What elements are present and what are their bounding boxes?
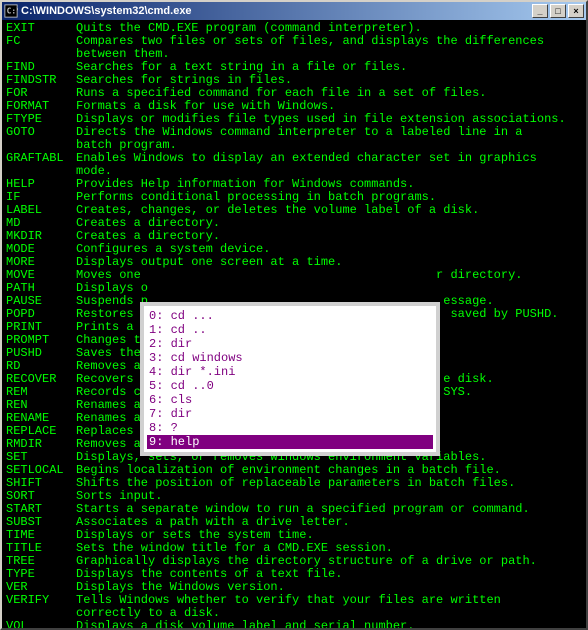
history-item[interactable]: 3: cd windows [147, 351, 433, 365]
help-command: FC [6, 35, 76, 48]
titlebar[interactable]: C:\ C:\WINDOWS\system32\cmd.exe _ □ × [2, 2, 586, 20]
minimize-button[interactable]: _ [532, 4, 548, 18]
history-item[interactable]: 4: dir *.ini [147, 365, 433, 379]
history-item[interactable]: 0: cd ... [147, 309, 433, 323]
svg-text:C:\: C:\ [7, 7, 18, 16]
history-item[interactable]: 6: cls [147, 393, 433, 407]
history-item[interactable]: 1: cd .. [147, 323, 433, 337]
help-command: VOL [6, 620, 76, 628]
command-history-popup[interactable]: 0: cd ...1: cd ..2: dir3: cd windows4: d… [140, 302, 440, 456]
help-row: VOLDisplays a disk volume label and seri… [6, 620, 582, 628]
help-description: Displays a disk volume label and serial … [76, 620, 582, 628]
window-title: C:\WINDOWS\system32\cmd.exe [21, 5, 530, 17]
history-item[interactable]: 7: dir [147, 407, 433, 421]
history-item[interactable]: 9: help [147, 435, 433, 449]
cmd-icon: C:\ [4, 4, 18, 18]
help-description: Enables Windows to display an extended c… [76, 152, 582, 165]
help-command: GOTO [6, 126, 76, 139]
history-item[interactable]: 8: ? [147, 421, 433, 435]
help-description: Moves one r directory. [76, 269, 582, 282]
close-button[interactable]: × [568, 4, 584, 18]
help-command: GRAFTABL [6, 152, 76, 165]
help-command: VERIFY [6, 594, 76, 607]
maximize-button[interactable]: □ [550, 4, 566, 18]
history-item[interactable]: 2: dir [147, 337, 433, 351]
window-controls: _ □ × [530, 4, 584, 18]
history-item[interactable]: 5: cd ..0 [147, 379, 433, 393]
